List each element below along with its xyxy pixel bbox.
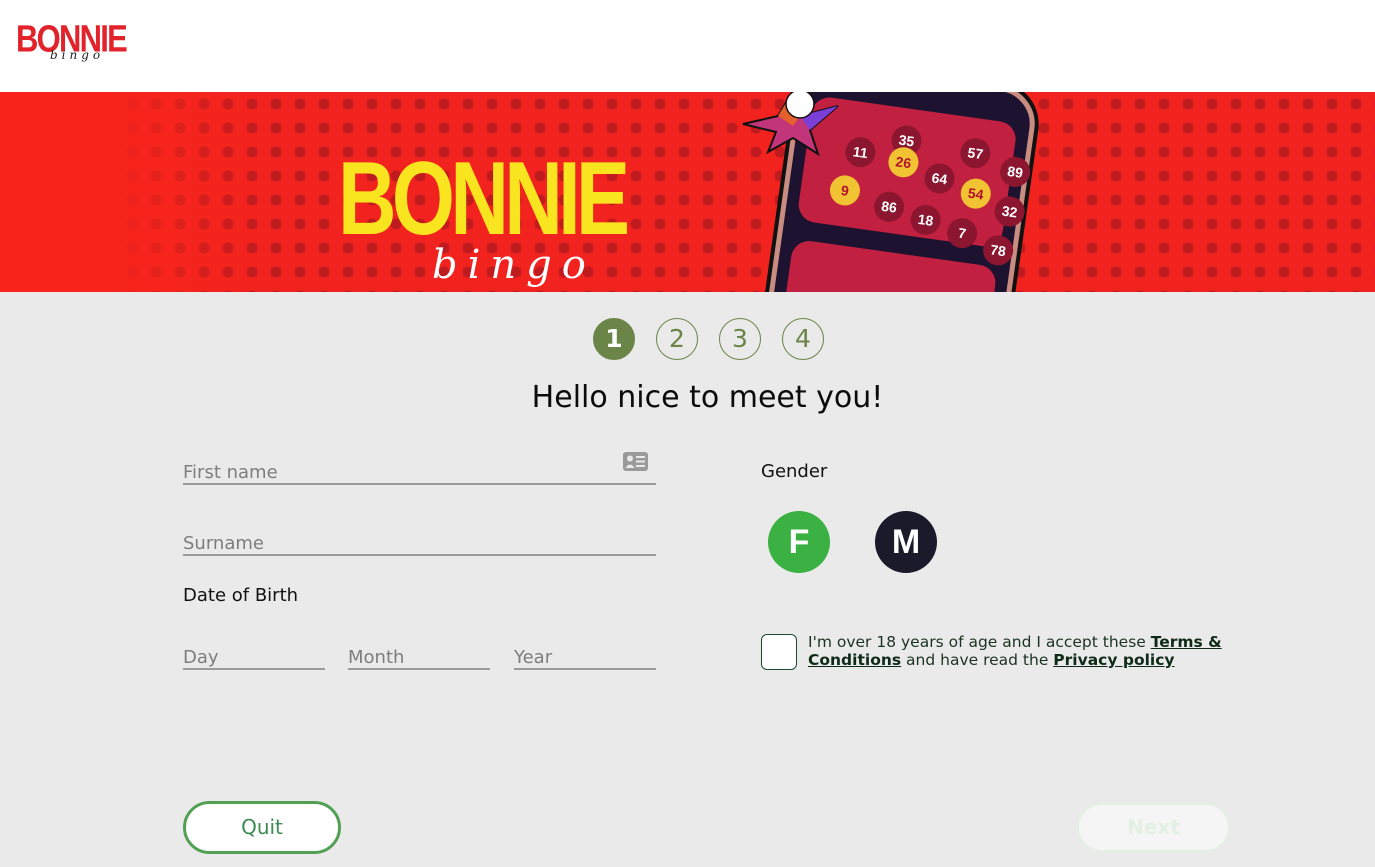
step-2: 2 bbox=[656, 318, 698, 360]
step-indicator: 1 2 3 4 bbox=[593, 318, 824, 360]
age-consent-checkbox[interactable] bbox=[761, 634, 797, 670]
step-4: 4 bbox=[782, 318, 824, 360]
gender-female-button[interactable]: F bbox=[768, 511, 830, 573]
banner-subtitle: bingo bbox=[432, 242, 596, 288]
logo-subtext: bingo bbox=[50, 48, 105, 62]
banner-title: BONNIE bbox=[338, 141, 630, 257]
step-1: 1 bbox=[593, 318, 635, 360]
surname-input[interactable] bbox=[183, 526, 656, 554]
consent-text-pre: I'm over 18 years of age and I accept th… bbox=[808, 633, 1151, 651]
consent-text-mid: and have read the bbox=[901, 651, 1054, 669]
dob-month-input[interactable] bbox=[348, 640, 490, 668]
bonnie-bingo-logo[interactable]: BONNIE bingo bbox=[16, 19, 132, 68]
quit-button[interactable]: Quit bbox=[183, 801, 341, 854]
gender-label: Gender bbox=[761, 461, 828, 482]
hero-banner: BONNIE bingo 355789112664543298618778654… bbox=[0, 92, 1375, 292]
id-card-icon bbox=[623, 452, 648, 471]
top-bar: BONNIE bingo bbox=[0, 0, 1375, 92]
star-burst-icon bbox=[742, 92, 839, 156]
page-heading: Hello nice to meet you! bbox=[531, 380, 884, 415]
surname-field bbox=[183, 526, 656, 556]
age-consent-text: I'm over 18 years of age and I accept th… bbox=[808, 633, 1238, 669]
dob-month-field bbox=[348, 640, 490, 670]
dob-day-field bbox=[183, 640, 325, 670]
banner-gradient bbox=[0, 92, 260, 292]
dob-year-input[interactable] bbox=[514, 640, 656, 668]
next-button[interactable]: Next bbox=[1077, 803, 1230, 852]
first-name-input[interactable] bbox=[183, 455, 656, 483]
dob-label: Date of Birth bbox=[183, 585, 299, 606]
step-3: 3 bbox=[719, 318, 761, 360]
first-name-field bbox=[183, 452, 656, 485]
gender-male-button[interactable]: M bbox=[875, 511, 937, 573]
dob-year-field bbox=[514, 640, 656, 670]
dob-day-input[interactable] bbox=[183, 640, 325, 668]
privacy-policy-link[interactable]: Privacy policy bbox=[1053, 651, 1174, 669]
